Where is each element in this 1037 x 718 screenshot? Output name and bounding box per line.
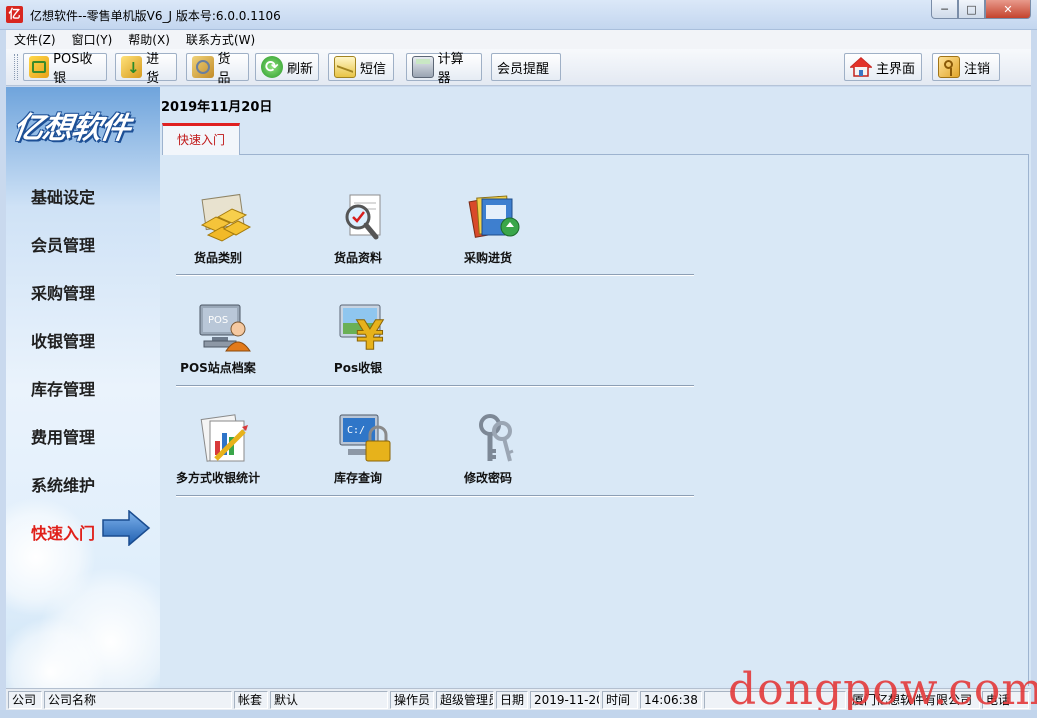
purchase-button-label: 进货 — [146, 52, 160, 86]
status-account-value: 默认 — [270, 691, 388, 709]
svg-text:POS: POS — [208, 315, 228, 326]
tab-strip: 快速入门 — [160, 123, 1031, 155]
status-operator-value: 超级管理员 — [436, 691, 494, 709]
logout-button[interactable]: 注销 — [932, 53, 1000, 81]
keys-icon — [479, 414, 514, 462]
sidebar-item-purchase-management[interactable]: 采购管理 — [31, 280, 95, 304]
sidebar-item-quick-start[interactable]: 快速入门 — [31, 520, 95, 544]
chart-pencil-icon — [200, 414, 248, 462]
current-date: 2019年11月20日 — [161, 100, 273, 115]
quick-item-payment-stats[interactable]: 多方式收银统计 — [168, 411, 268, 491]
title-bar: 亿 亿想软件--零售单机版V6_J 版本号:6.0.0.1106 ─ □ ✕ — [0, 0, 1037, 30]
sms-button[interactable]: 短信 — [328, 53, 394, 81]
toolbar-grip[interactable] — [14, 54, 18, 80]
quick-item-label: POS站点档案 — [180, 361, 256, 375]
member-reminder-button[interactable]: 会员提醒 — [491, 53, 561, 81]
sidebar-item-expense-management[interactable]: 费用管理 — [31, 424, 95, 448]
quick-item-label: Pos收银 — [333, 361, 383, 375]
key-icon — [938, 56, 960, 78]
sms-button-label: 短信 — [360, 61, 387, 77]
quick-item-label: 货品资料 — [333, 251, 382, 265]
status-time-value: 14:06:38 — [640, 691, 702, 709]
pos-button-label: POS收银 — [53, 52, 93, 86]
sidebar-item-basic-settings[interactable]: 基础设定 — [31, 184, 95, 208]
quick-item-label: 修改密码 — [463, 471, 512, 485]
calculator-button[interactable]: 计算器 — [406, 52, 482, 86]
gold-bars-icon — [200, 193, 252, 242]
status-date-value: 2019-11-20 — [530, 691, 600, 709]
quick-item-label: 货品类别 — [193, 251, 242, 265]
home-icon — [849, 56, 873, 78]
menu-help[interactable]: 帮助(X) — [120, 31, 178, 48]
quick-item-goods-category[interactable]: 货品类别 — [168, 191, 268, 271]
purchase-icon: ↓ — [121, 56, 143, 78]
menu-file[interactable]: 文件(Z) — [6, 31, 64, 48]
quick-item-label: 多方式收银统计 — [175, 471, 260, 485]
quick-item-pos-cashier[interactable]: ¥ Pos收银 — [308, 301, 408, 381]
quick-start-panel: 货品类别 货品资料 采购进货 POS POS站点档案 ¥ Pos收银 多方式收银… — [160, 155, 1029, 686]
refresh-button-label: 刷新 — [287, 61, 314, 77]
pos-button[interactable]: POS收银 — [23, 52, 107, 86]
company-logo: 亿想软件 — [11, 111, 132, 146]
envelope-icon — [334, 56, 356, 78]
sidebar-item-system-maintenance[interactable]: 系统维护 — [31, 472, 95, 496]
maximize-button[interactable]: □ — [958, 0, 985, 19]
sidebar: 亿想软件 基础设定 会员管理 采购管理 收银管理 库存管理 费用管理 系统维护 … — [6, 87, 160, 688]
status-date-label: 日期 — [496, 691, 528, 709]
computer-lock-icon: C:/ — [339, 414, 391, 462]
pos-monitor-user-icon: POS — [199, 304, 251, 352]
quick-item-change-password[interactable]: 修改密码 — [438, 411, 538, 491]
watermark: dongpow.com — [728, 664, 1037, 715]
refresh-button[interactable]: ⟳ 刷新 — [255, 53, 319, 81]
status-operator-label: 操作员 — [390, 691, 434, 709]
svg-text:¥: ¥ — [356, 313, 384, 357]
toolbar: POS收银 ↓ 进货 货品 ⟳ 刷新 短信 计算器 会员提醒 主界面 注销 — [6, 49, 1031, 86]
quick-item-goods-info[interactable]: 货品资料 — [308, 191, 408, 271]
home-button[interactable]: 主界面 — [844, 53, 922, 81]
quick-item-purchase[interactable]: 采购进货 — [438, 191, 538, 271]
quick-item-label: 库存查询 — [333, 471, 382, 485]
window-title: 亿想软件--零售单机版V6_J 版本号:6.0.0.1106 — [30, 9, 281, 23]
sidebar-item-member-management[interactable]: 会员管理 — [31, 232, 95, 256]
menu-contact[interactable]: 联系方式(W) — [178, 31, 263, 48]
tab-quick-start[interactable]: 快速入门 — [162, 123, 240, 155]
member-reminder-label: 会员提醒 — [497, 61, 550, 77]
yuan-monitor-icon: ¥ — [339, 304, 385, 357]
menu-window[interactable]: 窗口(Y) — [64, 31, 121, 48]
goods-icon — [192, 56, 214, 78]
logout-button-label: 注销 — [964, 61, 991, 77]
window-bottom-border — [0, 710, 1037, 718]
sidebar-item-cashier-management[interactable]: 收银管理 — [31, 328, 95, 352]
refresh-icon: ⟳ — [261, 56, 283, 78]
section-separator — [176, 495, 694, 497]
goods-button[interactable]: 货品 — [186, 52, 249, 86]
quick-item-pos-station[interactable]: POS POS站点档案 — [168, 301, 268, 381]
app-icon: 亿 — [6, 6, 23, 23]
magnifier-document-icon — [345, 194, 381, 240]
svg-text:C:/: C:/ — [347, 425, 365, 436]
calculator-button-label: 计算器 — [437, 52, 464, 86]
goods-button-label: 货品 — [217, 52, 231, 86]
calculator-icon — [412, 56, 434, 78]
section-separator — [176, 385, 694, 387]
status-company-label: 公司 — [8, 691, 42, 709]
home-button-label: 主界面 — [876, 61, 916, 77]
arrow-right-icon — [102, 510, 151, 546]
quick-item-label: 采购进货 — [463, 251, 512, 265]
sidebar-item-inventory-management[interactable]: 库存管理 — [31, 376, 95, 400]
quick-item-inventory-query[interactable]: C:/ 库存查询 — [308, 411, 408, 491]
pos-icon — [29, 56, 50, 78]
close-button[interactable]: ✕ — [985, 0, 1031, 19]
menu-bar: 文件(Z) 窗口(Y) 帮助(X) 联系方式(W) — [6, 30, 1031, 49]
section-separator — [176, 274, 694, 276]
main-area: 2019年11月20日 快速入门 货品类别 货品资料 采购进货 POS POS站… — [160, 87, 1031, 688]
purchase-button[interactable]: ↓ 进货 — [115, 52, 177, 86]
status-account-label: 帐套 — [234, 691, 268, 709]
minimize-button[interactable]: ─ — [931, 0, 958, 19]
status-company-value: 公司名称 — [44, 691, 232, 709]
books-icon — [468, 195, 520, 238]
status-time-label: 时间 — [602, 691, 638, 709]
window-controls: ─ □ ✕ — [931, 0, 1031, 20]
